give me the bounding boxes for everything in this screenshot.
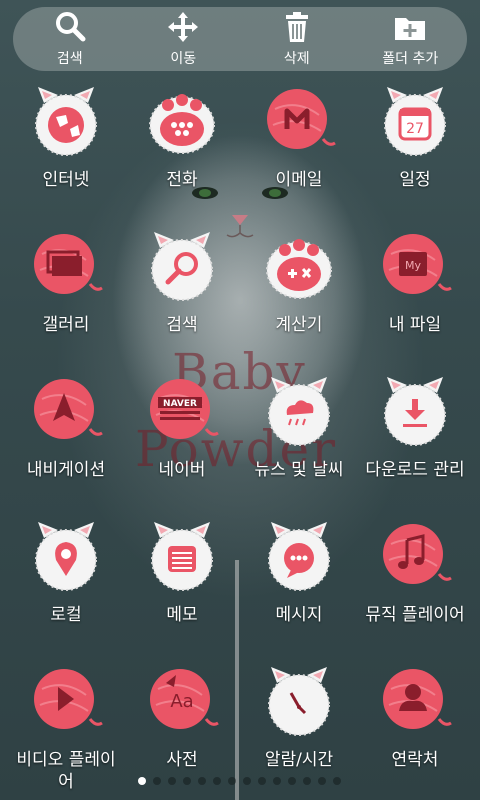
app-label: 네이버 <box>158 460 206 480</box>
app-label: 이메일 <box>275 170 323 190</box>
page-dot[interactable] <box>153 777 161 785</box>
app-internet[interactable]: 인터넷 <box>6 85 126 191</box>
move-icon <box>168 12 199 42</box>
app-label: 뉴스 및 날씨 <box>254 460 344 480</box>
trash-icon <box>285 12 308 42</box>
app-naver[interactable]: NAVER 네이버 <box>122 375 242 481</box>
app-contacts[interactable]: 연락처 <box>355 665 475 771</box>
naver-badge: NAVER <box>163 399 197 409</box>
app-label: 비디오 플레이어 <box>16 750 116 792</box>
app-label: 메모 <box>166 605 198 625</box>
contact-icon <box>383 669 452 729</box>
app-download-manager[interactable]: 다운로드 관리 <box>355 375 475 481</box>
page-dot[interactable] <box>228 777 236 785</box>
memo-icon <box>151 522 213 591</box>
app-music-player[interactable]: 뮤직 플레이어 <box>355 520 475 626</box>
page-dot[interactable] <box>183 777 191 785</box>
app-label: 인터넷 <box>42 170 90 190</box>
app-row: 갤러리 검색 계산기 My 내 파일 <box>0 230 480 370</box>
toolbar-move-label: 이동 <box>170 51 197 67</box>
video-play-icon <box>34 669 103 729</box>
app-label: 계산기 <box>275 315 323 335</box>
clock-icon <box>268 667 330 736</box>
page-dot[interactable] <box>198 777 206 785</box>
page-dot[interactable] <box>273 777 281 785</box>
app-label: 연락처 <box>391 750 439 770</box>
toolbar-search-button[interactable]: 검색 <box>20 10 120 68</box>
toolbar-add-folder-button[interactable]: 폴더 추가 <box>360 10 460 68</box>
app-label: 내 파일 <box>388 315 442 335</box>
app-label: 로컬 <box>50 605 82 625</box>
music-icon <box>383 524 452 584</box>
calculator-icon <box>266 239 332 299</box>
search-icon <box>151 232 213 301</box>
page-dot-active[interactable] <box>138 777 146 785</box>
app-label: 알람/시간 <box>264 750 334 770</box>
naver-icon: NAVER <box>150 379 219 439</box>
page-dot[interactable] <box>258 777 266 785</box>
app-messages[interactable]: 메시지 <box>239 520 359 626</box>
app-dictionary[interactable]: Aa 사전 <box>122 665 242 771</box>
app-gallery[interactable]: 갤러리 <box>6 230 126 336</box>
toolbar-delete-label: 삭제 <box>283 51 310 67</box>
app-label: 다운로드 관리 <box>365 460 465 480</box>
calendar-icon: 27 <box>384 87 446 156</box>
my-files-icon: My <box>383 234 452 294</box>
dictionary-badge: Aa <box>170 691 193 712</box>
app-navigation[interactable]: 내비게이션 <box>6 375 126 481</box>
toolbar-delete-button[interactable]: 삭제 <box>247 10 347 68</box>
app-memo[interactable]: 메모 <box>122 520 242 626</box>
my-files-badge: My <box>405 259 421 272</box>
folder-add-icon <box>395 18 426 40</box>
toolbar-add-folder-label: 폴더 추가 <box>382 51 439 67</box>
page-dot[interactable] <box>303 777 311 785</box>
page-indicator[interactable] <box>138 777 341 785</box>
download-icon <box>384 377 446 446</box>
page-dot[interactable] <box>213 777 221 785</box>
page-dot[interactable] <box>318 777 326 785</box>
mail-icon <box>267 89 336 149</box>
app-label: 메시지 <box>275 605 323 625</box>
weather-icon <box>268 377 330 446</box>
app-calendar[interactable]: 27 일정 <box>355 85 475 191</box>
dictionary-icon: Aa <box>150 669 219 729</box>
calendar-date: 27 <box>406 121 424 137</box>
page-dot[interactable] <box>243 777 251 785</box>
app-video-player[interactable]: 비디오 플레이어 <box>6 665 126 793</box>
app-row: 로컬 메모 메시지 뮤직 플레이어 <box>0 520 480 660</box>
gallery-icon <box>34 234 103 294</box>
app-label: 사전 <box>166 750 198 770</box>
app-label: 내비게이션 <box>26 460 106 480</box>
app-label: 전화 <box>166 170 198 190</box>
app-calculator[interactable]: 계산기 <box>239 230 359 336</box>
edit-toolbar: 검색 이동 삭제 폴더 추가 <box>13 7 467 71</box>
page-dot[interactable] <box>333 777 341 785</box>
app-label: 일정 <box>399 170 431 190</box>
app-local[interactable]: 로컬 <box>6 520 126 626</box>
globe-icon <box>35 87 97 156</box>
app-news-weather[interactable]: 뉴스 및 날씨 <box>239 375 359 481</box>
toolbar-search-label: 검색 <box>56 51 83 67</box>
app-label: 갤러리 <box>42 315 90 335</box>
page-dot[interactable] <box>168 777 176 785</box>
app-alarm-clock[interactable]: 알람/시간 <box>239 665 359 771</box>
location-pin-icon <box>35 522 97 591</box>
toolbar-move-button[interactable]: 이동 <box>133 10 233 68</box>
navigation-icon <box>34 379 103 439</box>
message-icon <box>268 522 330 591</box>
app-label: 뮤직 플레이어 <box>365 605 465 625</box>
app-row: 내비게이션 NAVER 네이버 뉴스 및 날씨 다운로드 관리 <box>0 375 480 515</box>
search-icon <box>55 12 86 42</box>
app-search[interactable]: 검색 <box>122 230 242 336</box>
phone-paw-icon <box>149 94 215 154</box>
app-my-files[interactable]: My 내 파일 <box>355 230 475 336</box>
page-dot[interactable] <box>288 777 296 785</box>
app-phone[interactable]: 전화 <box>122 85 242 191</box>
app-email[interactable]: 이메일 <box>239 85 359 191</box>
app-label: 검색 <box>166 315 198 335</box>
app-row: 인터넷 전화 이메일 27 일정 <box>0 85 480 225</box>
